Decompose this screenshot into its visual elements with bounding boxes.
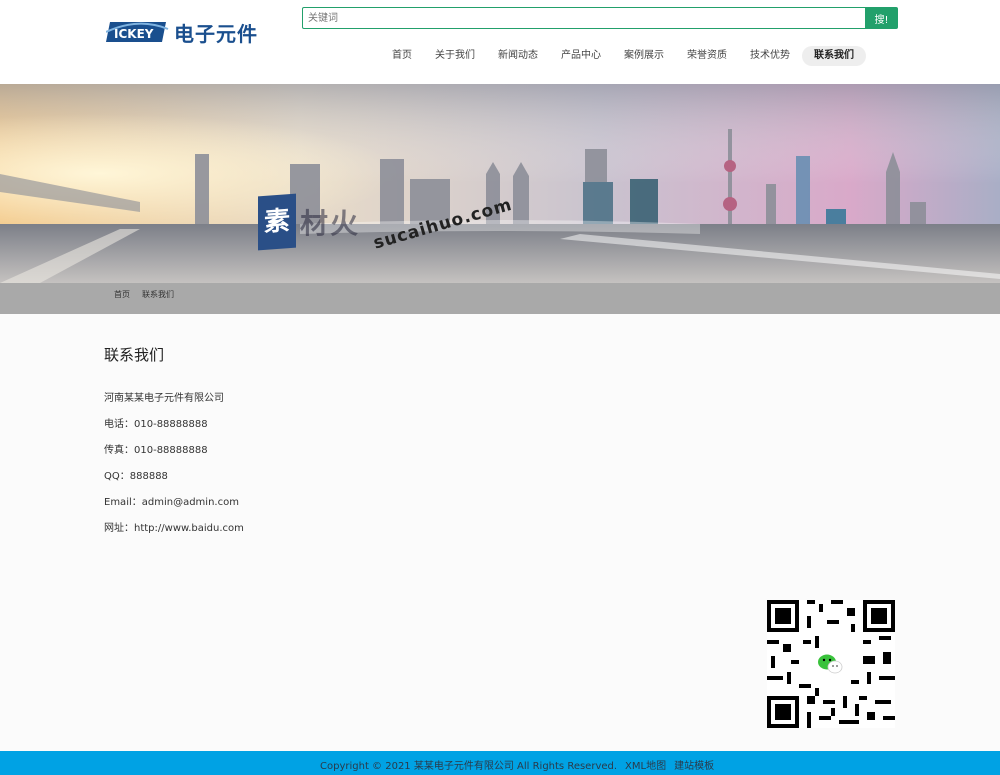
search-button[interactable]: 搜!	[865, 7, 898, 29]
qq-text: QQ：888888	[104, 471, 168, 482]
site-logo[interactable]: ICKEY 电子元件	[106, 17, 266, 47]
nav-item-about[interactable]: 关于我们	[424, 46, 486, 66]
search-input[interactable]	[302, 7, 867, 29]
template-link[interactable]: 建站模板	[674, 757, 714, 772]
search-bar: 搜!	[302, 7, 898, 29]
qr-code-image	[767, 600, 895, 728]
website-text: 网址：http://www.baidu.com	[104, 523, 244, 534]
fax-text: 传真：010-88888888	[104, 445, 208, 456]
nav-item-contact[interactable]: 联系我们	[802, 46, 866, 66]
site-footer: Copyright © 2021 某某电子元件有限公司 All Rights R…	[0, 751, 1000, 775]
main-nav: 首页 关于我们 新闻动态 产品中心 案例展示 荣誉资质 技术优势 联系我们	[380, 46, 866, 66]
phone-text: 电话：010-88888888	[104, 419, 208, 430]
copyright-text: Copyright © 2021 某某电子元件有限公司 All Rights R…	[320, 761, 618, 772]
breadcrumb-bar: 首页 联系我们	[0, 283, 1000, 314]
watermark-word: 材火	[300, 207, 361, 240]
logo-badge-text: ICKEY	[114, 27, 154, 41]
nav-item-tech[interactable]: 技术优势	[739, 46, 801, 66]
city-skyline-image	[0, 84, 1000, 283]
nav-item-products[interactable]: 产品中心	[550, 46, 612, 66]
page-title: 联系我们	[104, 346, 165, 364]
email-text: Email：admin@admin.com	[104, 497, 239, 508]
hero-banner: 素 材火 sucaihuo.com	[0, 84, 1000, 283]
wechat-qr-code	[767, 600, 895, 728]
site-header: ICKEY 电子元件 搜! 首页 关于我们 新闻动态 产品中心 案例展示 荣誉资…	[0, 0, 1000, 84]
logo-text: 电子元件	[174, 21, 258, 46]
nav-item-home[interactable]: 首页	[381, 46, 423, 66]
sitemap-link[interactable]: XML地图	[625, 757, 666, 772]
breadcrumb-current[interactable]: 联系我们	[142, 289, 174, 300]
breadcrumb: 首页 联系我们	[114, 289, 174, 300]
watermark-block: 素	[258, 193, 296, 251]
logo-badge: ICKEY	[106, 19, 170, 45]
breadcrumb-home[interactable]: 首页	[114, 289, 130, 300]
nav-item-honors[interactable]: 荣誉资质	[676, 46, 738, 66]
nav-item-news[interactable]: 新闻动态	[487, 46, 549, 66]
nav-item-cases[interactable]: 案例展示	[613, 46, 675, 66]
company-name: 河南某某电子元件有限公司	[104, 393, 224, 404]
